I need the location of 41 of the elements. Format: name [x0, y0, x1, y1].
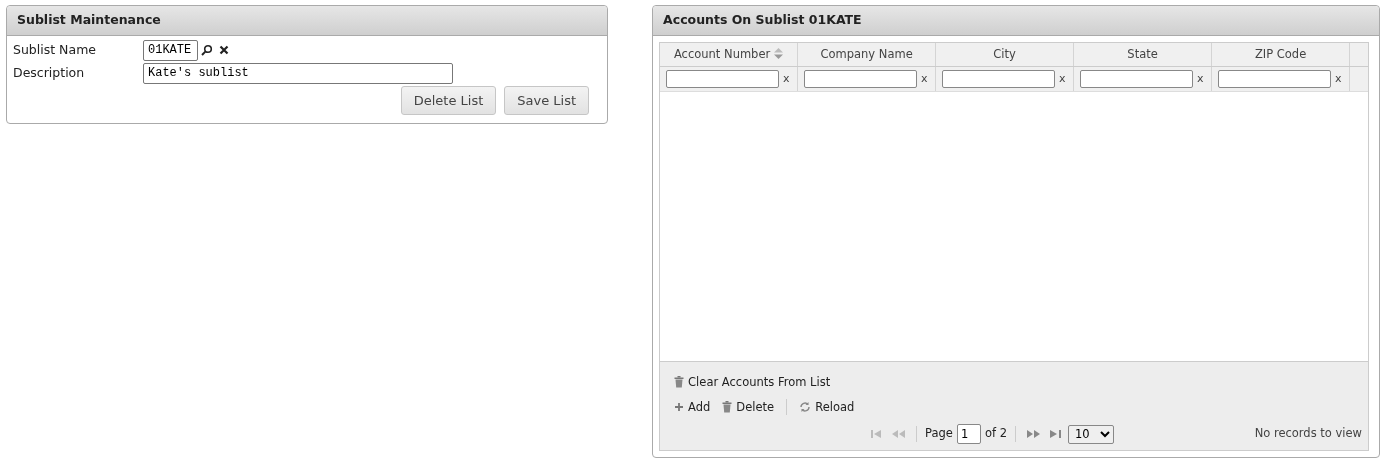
- filter-field[interactable]: [1218, 70, 1332, 88]
- list-button[interactable]: Delete List: [400, 85, 497, 116]
- page-size-select[interactable]: 10: [1068, 424, 1114, 444]
- last-page-button[interactable]: [1050, 430, 1061, 438]
- filter-field[interactable]: [942, 70, 1056, 88]
- description-field[interactable]: Kate's sublist: [143, 62, 453, 84]
- page-count: of 2: [984, 425, 1007, 443]
- sublist-name-field[interactable]: 01KATE: [143, 39, 198, 61]
- clear-filter-link[interactable]: x: [1335, 70, 1342, 88]
- column-header[interactable]: ZIP Code: [1212, 42, 1351, 66]
- clear-filter-link[interactable]: x: [783, 70, 790, 88]
- page-label: Page: [925, 425, 953, 443]
- column-header[interactable]: Company Name: [798, 42, 937, 66]
- column-header[interactable]: City: [936, 42, 1075, 66]
- column-header[interactable]: State: [1074, 42, 1213, 66]
- close-icon[interactable]: [219, 45, 229, 56]
- panel-title: Accounts On Sublist 01KATE: [653, 6, 1379, 36]
- delete-button[interactable]: Delete: [718, 398, 775, 416]
- field-label: Description: [13, 63, 86, 82]
- sort-icon[interactable]: [774, 47, 784, 59]
- list-button[interactable]: Save List: [504, 85, 590, 116]
- add-button[interactable]: Add: [670, 398, 711, 416]
- reload-button[interactable]: Reload: [795, 398, 855, 416]
- plus-icon: [674, 402, 685, 413]
- panel-title: Sublist Maintenance: [7, 6, 608, 36]
- records-status: No records to view: [1254, 425, 1362, 443]
- next-page-button[interactable]: [1027, 430, 1040, 438]
- search-icon[interactable]: [201, 44, 213, 57]
- column-header[interactable]: Account Number: [660, 42, 799, 66]
- clear-filter-link[interactable]: x: [1197, 70, 1204, 88]
- clear-filter-link[interactable]: x: [921, 70, 928, 88]
- field-label: Sublist Name: [13, 40, 97, 59]
- clear-filter-link[interactable]: x: [1059, 70, 1066, 88]
- clear-accounts-button[interactable]: Clear Accounts From List: [670, 373, 831, 391]
- trash-icon: [674, 376, 685, 389]
- filter-field[interactable]: [804, 70, 918, 88]
- trash-icon: [722, 401, 733, 414]
- page-field[interactable]: 1: [956, 424, 981, 444]
- filter-field[interactable]: [666, 70, 780, 88]
- filter-field[interactable]: [1080, 70, 1194, 88]
- reload-icon: [799, 401, 812, 414]
